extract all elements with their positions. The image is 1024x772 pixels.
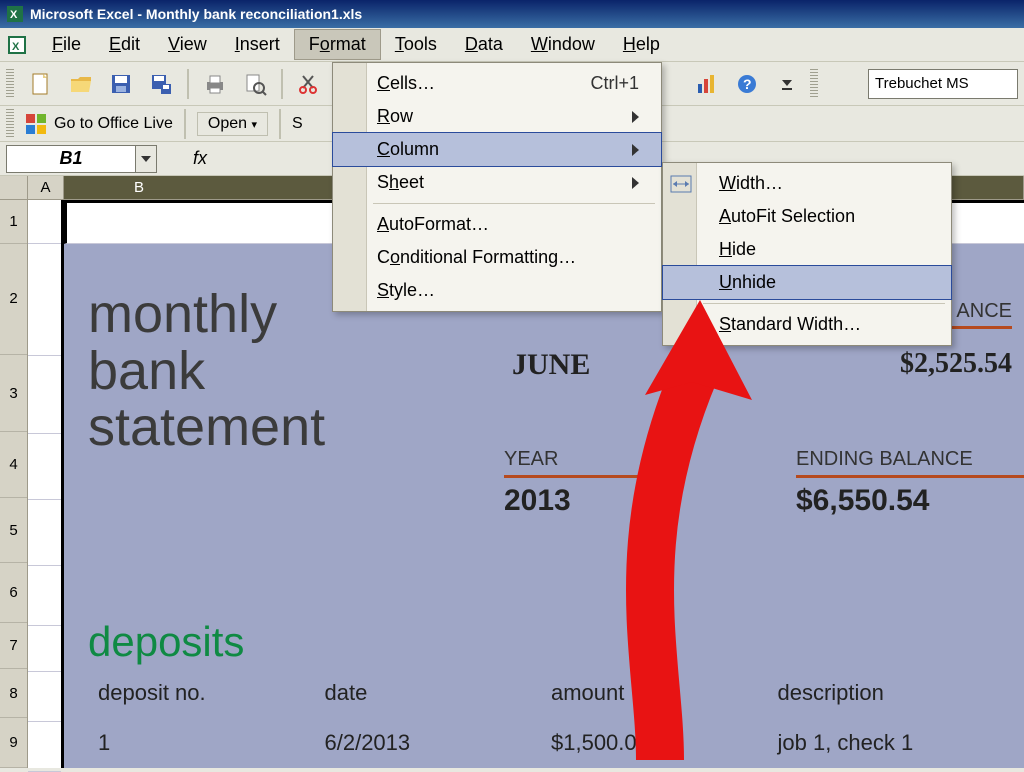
toolbar-overflow-icon[interactable]	[770, 67, 804, 101]
column-standard-width-item[interactable]: Standard Width…	[663, 308, 951, 341]
row-headers: 1 2 3 4 5 6 7 8 9	[0, 200, 28, 768]
office-live-icon	[26, 114, 46, 134]
column-a-cells[interactable]	[28, 200, 64, 768]
svg-text:?: ?	[743, 76, 752, 92]
rule-line	[796, 475, 1024, 478]
toolbar-separator	[279, 109, 281, 139]
row-header[interactable]: 9	[0, 718, 27, 768]
cut-icon[interactable]	[292, 67, 326, 101]
svg-text:X: X	[12, 41, 20, 53]
open-folder-icon[interactable]	[64, 67, 98, 101]
go-to-office-live-link[interactable]: Go to Office Live	[54, 115, 173, 133]
header-deposit-no: deposit no.	[98, 680, 325, 706]
menu-file[interactable]: File	[38, 30, 95, 59]
office-live-open-button[interactable]: Open ▾	[197, 112, 268, 136]
row-header[interactable]: 5	[0, 498, 27, 564]
row-header[interactable]: 3	[0, 355, 27, 432]
toolbar-grip[interactable]	[810, 69, 818, 99]
year-value: 2013	[504, 484, 664, 518]
print-icon[interactable]	[198, 67, 232, 101]
column-header-a[interactable]: A	[28, 176, 64, 199]
cell-date: 6/2/2013	[325, 730, 552, 756]
font-name-value: Trebuchet MS	[875, 75, 969, 92]
row-header[interactable]: 6	[0, 563, 27, 623]
deposits-table-row: 1 6/2/2013 $1,500.00 job 1, check 1	[98, 730, 1004, 756]
statement-title: monthly bank statement	[88, 286, 325, 456]
deposits-section-label: deposits	[88, 618, 244, 666]
beginning-balance-value-partial: $2,525.54	[900, 348, 1012, 380]
select-all-corner[interactable]	[0, 176, 28, 199]
toolbar-separator	[281, 69, 283, 99]
row-header[interactable]: 4	[0, 432, 27, 498]
save-as-icon[interactable]	[144, 67, 178, 101]
column-hide-item[interactable]: Hide	[663, 233, 951, 266]
toolbar-separator	[184, 109, 186, 139]
header-date: date	[325, 680, 552, 706]
title-bar: X Microsoft Excel - Monthly bank reconci…	[0, 0, 1024, 28]
format-menu-dropdown: Cells… Ctrl+1 Row Column Sheet AutoForma…	[332, 62, 662, 312]
toolbar-separator	[187, 69, 189, 99]
format-column-item[interactable]: Column	[332, 132, 662, 167]
excel-doc-icon: X	[6, 34, 28, 56]
menu-tools[interactable]: Tools	[381, 30, 451, 59]
year-block: YEAR 2013	[504, 448, 664, 518]
column-width-item[interactable]: Width…	[663, 167, 951, 200]
menu-insert[interactable]: Insert	[221, 30, 294, 59]
name-box-dropdown[interactable]	[135, 145, 157, 173]
window-title: Microsoft Excel - Monthly bank reconcili…	[30, 6, 362, 22]
format-conditional-item[interactable]: Conditional Formatting…	[333, 241, 661, 274]
name-box[interactable]: B1	[6, 145, 136, 173]
column-submenu-dropdown: Width… AutoFit Selection Hide Unhide Sta…	[662, 162, 952, 346]
year-label: YEAR	[504, 448, 664, 471]
svg-text:X: X	[10, 9, 18, 21]
menu-help[interactable]: Help	[609, 30, 674, 59]
toolbar-grip[interactable]	[6, 109, 14, 139]
shortcut-label: Ctrl+1	[590, 73, 639, 94]
ending-balance-value: $6,550.54	[796, 484, 1024, 518]
menu-edit[interactable]: Edit	[95, 30, 154, 59]
ending-balance-block: ENDING BALANCE $6,550.54	[796, 448, 1024, 518]
rule-line	[504, 475, 664, 478]
excel-app-icon: X	[6, 5, 24, 23]
office-live-extra-truncated[interactable]: S	[292, 115, 303, 133]
beginning-balance-label-partial: ANCE	[956, 300, 1012, 323]
cell-deposit-no: 1	[98, 730, 325, 756]
menu-format[interactable]: Format	[294, 29, 381, 60]
row-header[interactable]: 1	[0, 200, 27, 244]
column-autofit-item[interactable]: AutoFit Selection	[663, 200, 951, 233]
format-cells-item[interactable]: Cells… Ctrl+1	[333, 67, 661, 100]
cell-description: job 1, check 1	[778, 730, 1005, 756]
save-icon[interactable]	[104, 67, 138, 101]
row-header[interactable]: 8	[0, 669, 27, 719]
column-width-icon	[669, 172, 693, 196]
help-icon[interactable]: ?	[730, 67, 764, 101]
format-style-item[interactable]: Style…	[333, 274, 661, 307]
ending-balance-label: ENDING BALANCE	[796, 448, 1024, 471]
menu-separator	[703, 303, 945, 304]
menu-data[interactable]: Data	[451, 30, 517, 59]
menu-window[interactable]: Window	[517, 30, 609, 59]
row-header[interactable]: 2	[0, 244, 27, 355]
header-amount: amount	[551, 680, 778, 706]
menu-separator	[373, 203, 655, 204]
column-unhide-item[interactable]: Unhide	[662, 265, 952, 300]
row-header[interactable]: 7	[0, 623, 27, 669]
menu-bar: X File Edit View Insert Format Tools Dat…	[0, 28, 1024, 62]
format-row-item[interactable]: Row	[333, 100, 661, 133]
print-preview-icon[interactable]	[238, 67, 272, 101]
font-name-select[interactable]: Trebuchet MS	[868, 69, 1018, 99]
toolbar-grip[interactable]	[6, 69, 14, 99]
chart-wizard-icon[interactable]	[690, 67, 724, 101]
header-description: description	[778, 680, 1005, 706]
cell-amount: $1,500.00	[551, 730, 778, 756]
month-value-partial: JUNE	[512, 348, 590, 382]
deposits-table-headers: deposit no. date amount description	[98, 680, 1004, 706]
new-doc-icon[interactable]	[24, 67, 58, 101]
menu-view[interactable]: View	[154, 30, 221, 59]
format-autoformat-item[interactable]: AutoFormat…	[333, 208, 661, 241]
fx-label[interactable]: fx	[193, 148, 207, 169]
format-sheet-item[interactable]: Sheet	[333, 166, 661, 199]
